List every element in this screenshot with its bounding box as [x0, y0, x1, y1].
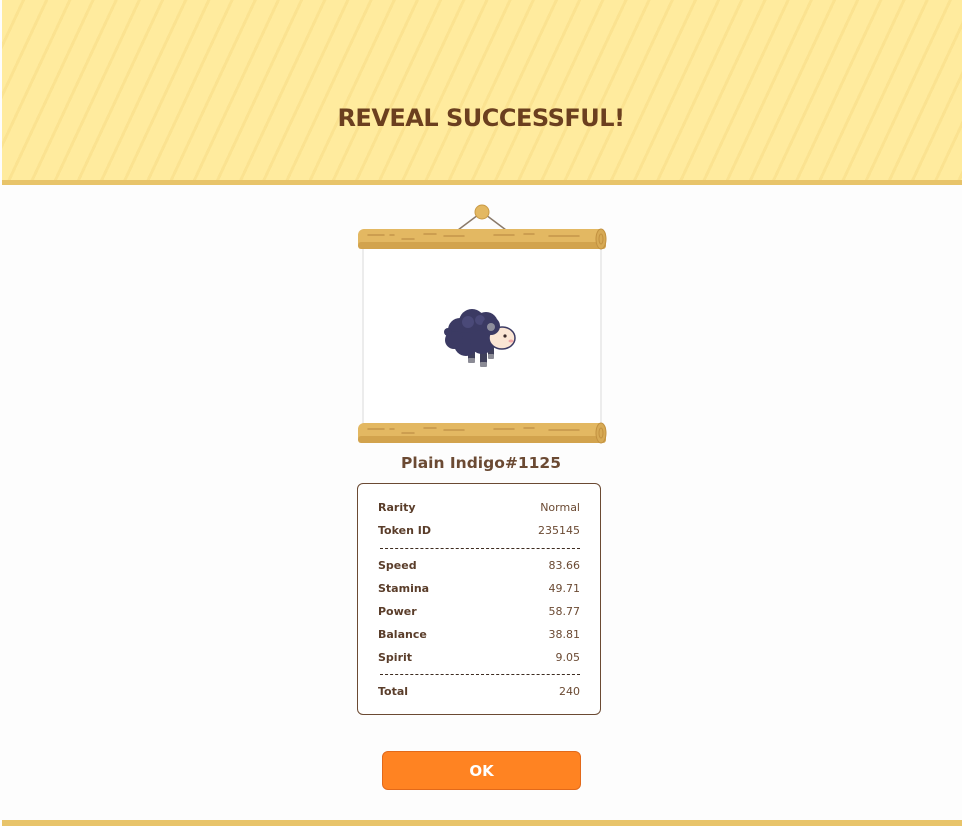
stat-label: Total: [378, 684, 409, 698]
stat-label: Token ID: [378, 523, 431, 537]
stat-label: Rarity: [378, 500, 416, 514]
stat-row-spirit: Spirit 9.05: [378, 649, 580, 665]
stat-value: 58.77: [548, 604, 581, 618]
stat-label: Stamina: [378, 581, 430, 595]
stat-label: Balance: [378, 627, 427, 641]
stat-label: Power: [378, 604, 417, 618]
stat-row-balance: Balance 38.81: [378, 626, 580, 642]
stat-value: 83.66: [548, 558, 581, 572]
stat-label: Spirit: [378, 650, 413, 664]
stat-row-power: Power 58.77: [378, 603, 580, 619]
stat-row-token-id: Token ID 235145: [378, 522, 580, 538]
stat-value: Normal: [540, 500, 580, 514]
hanging-scroll-icon: [358, 204, 607, 444]
dashed-divider: [380, 674, 580, 675]
header-banner: [2, 0, 962, 180]
dashed-divider: [380, 548, 580, 549]
nft-name: Plain Indigo#1125: [401, 454, 561, 472]
stats-card: Rarity Normal Token ID 235145 Speed 83.6…: [357, 483, 601, 715]
footer-divider: [2, 820, 962, 826]
header-divider: [2, 180, 962, 185]
stat-row-speed: Speed 83.66: [378, 557, 580, 573]
stat-row-rarity: Rarity Normal: [378, 499, 580, 515]
stat-value: 240: [559, 684, 580, 698]
ok-button[interactable]: OK: [382, 751, 581, 790]
page-title: REVEAL SUCCESSFUL!: [337, 104, 625, 132]
stat-label: Speed: [378, 558, 417, 572]
stat-row-stamina: Stamina 49.71: [378, 580, 580, 596]
stat-value: 235145: [538, 523, 580, 537]
stat-value: 9.05: [555, 650, 581, 664]
nft-scroll-frame: [354, 200, 610, 450]
stat-row-total: Total 240: [378, 683, 580, 699]
stat-value: 49.71: [548, 581, 581, 595]
stat-value: 38.81: [548, 627, 581, 641]
